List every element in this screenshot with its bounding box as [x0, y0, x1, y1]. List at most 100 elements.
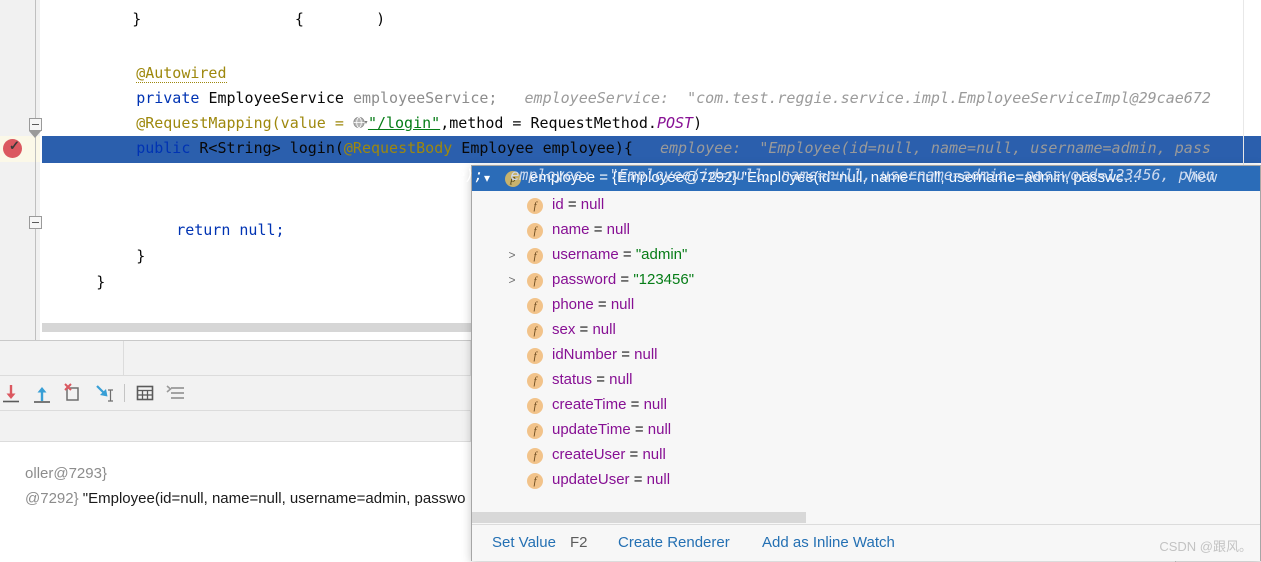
popup-field-list[interactable]: ▾ p employee = {Employee@7292} "Employee… — [472, 166, 1260, 511]
expand-arrow-placeholder — [505, 372, 519, 388]
create-renderer-link[interactable]: Create Renderer — [618, 534, 730, 551]
field-equals: = — [593, 296, 611, 313]
debug-value-popup[interactable]: ▾ p employee = {Employee@7292} "Employee… — [471, 165, 1261, 561]
fold-arrow-method — [29, 131, 42, 138]
code-line-class-close: } — [96, 272, 106, 291]
popup-hscroll-thumb[interactable] — [472, 512, 806, 523]
set-value-link[interactable]: Set Value — [492, 534, 556, 551]
popup-field-row-updatetime[interactable]: f updateTime = null — [472, 418, 1260, 443]
code-line-method-signature: public R<String> login(@RequestBody Empl… — [136, 138, 1211, 157]
step-out-icon[interactable] — [62, 382, 84, 404]
popup-field-row-id[interactable]: f id = null — [472, 193, 1260, 218]
field-equals: = — [616, 271, 634, 288]
popup-field-row-name[interactable]: f name = null — [472, 218, 1260, 243]
set-value-shortcut: F2 — [570, 534, 588, 551]
add-inline-watch-link[interactable]: Add as Inline Watch — [762, 534, 895, 551]
popup-field-row-sex[interactable]: f sex = null — [472, 318, 1260, 343]
field-value: "123456" — [633, 271, 695, 288]
fold-marker-method-end[interactable] — [29, 216, 42, 229]
force-step-into-icon[interactable] — [31, 382, 53, 404]
field-name: status — [552, 371, 593, 388]
field-value: null — [580, 196, 605, 213]
field-icon: f — [527, 348, 543, 364]
field-name: sex — [552, 321, 576, 338]
field-equals: = — [617, 346, 635, 363]
field-name: createUser — [552, 446, 626, 463]
field-name: idNumber — [552, 346, 618, 363]
popup-field-row-updateuser[interactable]: f updateUser = null — [472, 468, 1260, 493]
field-value: null — [634, 346, 658, 363]
field-icon: f — [527, 473, 543, 489]
popup-field-row-phone[interactable]: f phone = null — [472, 293, 1260, 318]
field-icon: f — [527, 298, 543, 314]
inline-hint-employee-value: employee: "Employee(id=null, name=null, … — [510, 165, 1215, 184]
code-line-requestmapping: @RequestMapping(value = "/login",method … — [136, 113, 703, 132]
popup-footer[interactable]: Set Value F2 Create Renderer Add as Inli… — [472, 524, 1260, 561]
expand-arrow-right-icon[interactable]: > — [505, 272, 519, 288]
field-equals: = — [626, 396, 644, 413]
field-equals: = — [629, 471, 647, 488]
field-name: id — [552, 196, 564, 213]
field-icon: f — [527, 223, 543, 239]
popup-field-row-status[interactable]: f status = null — [472, 368, 1260, 393]
toolbar-separator — [124, 384, 125, 402]
expand-arrow-placeholder — [505, 422, 519, 438]
expand-arrow-placeholder — [505, 472, 519, 488]
field-value: null — [610, 296, 635, 313]
step-into-icon[interactable] — [0, 382, 22, 404]
field-equals: = — [575, 321, 593, 338]
field-name: updateUser — [552, 471, 630, 488]
popup-field-row-idnumber[interactable]: f idNumber = null — [472, 343, 1260, 368]
expand-arrow-placeholder — [505, 197, 519, 213]
settings-list-icon[interactable] — [165, 382, 187, 404]
expand-arrow-placeholder — [505, 322, 519, 338]
code-line-log-info: log.info("employee->{}",employee); emplo… — [176, 165, 1215, 184]
breakpoint-verified-icon[interactable]: ✓ — [3, 139, 25, 161]
field-name: createTime — [552, 396, 627, 413]
popup-field-row-createtime[interactable]: f createTime = null — [472, 393, 1260, 418]
field-icon: f — [527, 323, 543, 339]
field-name: username — [552, 246, 619, 263]
code-line-autowired: @Autowired — [136, 63, 227, 83]
expand-arrow-placeholder — [505, 397, 519, 413]
field-icon: f — [527, 198, 543, 214]
field-name: name — [552, 221, 590, 238]
popup-field-row-createuser[interactable]: f createUser = null — [472, 443, 1260, 468]
code-line-method-close: } — [136, 246, 146, 265]
field-name: phone — [552, 296, 594, 313]
field-value: null — [606, 221, 630, 238]
popup-field-row-username[interactable]: > f username = "admin" — [472, 243, 1260, 268]
drop-frame-icon[interactable] — [93, 382, 115, 404]
field-value: null — [646, 471, 671, 488]
field-equals: = — [630, 421, 648, 438]
breakpoint-check-glyph: ✓ — [9, 138, 20, 153]
field-value: null — [592, 321, 616, 338]
field-icon: f — [527, 273, 543, 289]
field-icon: f — [527, 373, 543, 389]
field-equals: = — [618, 246, 636, 263]
field-name: password — [552, 271, 617, 288]
code-folding-bar[interactable] — [35, 0, 36, 340]
fold-marker-method[interactable] — [29, 118, 42, 131]
variable-row-employee[interactable]: @7292} "Employee(id=null, name=null, use… — [0, 473, 465, 524]
evaluate-expression-icon[interactable] — [134, 382, 156, 404]
field-value: null — [643, 396, 667, 413]
expand-arrow-placeholder — [505, 222, 519, 238]
expand-arrow-placeholder — [505, 297, 519, 313]
field-value: null — [609, 371, 633, 388]
field-equals: = — [625, 446, 643, 463]
expand-arrow-right-icon[interactable]: > — [505, 247, 519, 263]
field-name: updateTime — [552, 421, 631, 438]
field-equals: = — [589, 221, 607, 238]
expand-arrow-placeholder — [505, 447, 519, 463]
popup-field-row-password[interactable]: > f password = "123456" — [472, 268, 1260, 293]
field-equals: = — [592, 371, 610, 388]
field-icon: f — [527, 448, 543, 464]
editor-gutter[interactable] — [0, 0, 40, 340]
field-icon: f — [527, 423, 543, 439]
field-icon: f — [527, 248, 543, 264]
field-value: null — [647, 421, 672, 438]
popup-horizontal-scrollbar[interactable] — [472, 511, 1260, 524]
code-line-field: private EmployeeService employeeService;… — [136, 88, 1211, 107]
expand-arrow-placeholder — [505, 347, 519, 363]
